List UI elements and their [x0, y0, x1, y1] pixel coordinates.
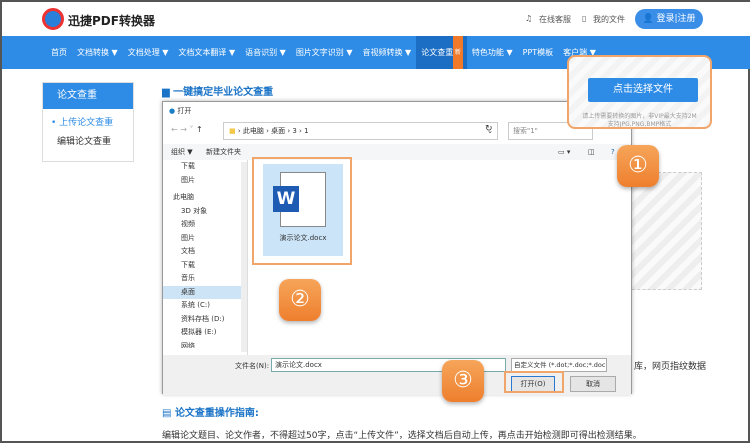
preview-box	[627, 172, 702, 290]
step-1-marker: ①	[617, 145, 659, 187]
choose-file-button[interactable]: 点击选择文件	[588, 78, 698, 102]
file-highlight	[252, 157, 352, 265]
tree-item[interactable]: 文档	[163, 245, 247, 259]
doc-icon: ▆	[162, 87, 174, 98]
headset-icon: ♫	[525, 14, 533, 23]
partial-text: 库，网页指纹数据	[634, 362, 707, 372]
tree-item[interactable]: 系统 (C:)	[163, 299, 247, 313]
tree-item[interactable]: 音乐	[163, 272, 247, 286]
tree-item[interactable]: 此电脑	[163, 191, 247, 205]
open-file-dialog: ● 打开 ← → ˅ ↑ ■ › 此电脑 › 桌面 › 3 › 1 ⌄ ↻ 搜索"…	[162, 101, 632, 395]
logo-icon	[42, 8, 64, 30]
help-icon[interactable]: ?	[611, 144, 615, 160]
guide-title-text: 论文查重操作指南:	[174, 408, 259, 419]
upload-format-hint: 支持JPG,PNG,BMP格式	[607, 121, 672, 127]
dialog-toolbar: 组织 ▼ 新建文件夹 ▭ ▾ ◫ ?	[163, 144, 631, 160]
nav-translate[interactable]: 文档文本翻译 ▼	[173, 36, 240, 69]
sidebar-item-upload[interactable]: • 上传论文查重	[43, 109, 133, 128]
tree-scrollbar[interactable]	[241, 162, 247, 352]
path-text: › 此电脑 › 桌面 › 3 › 1	[237, 127, 309, 135]
content-title-text: 一键搞定毕业论文查重	[173, 87, 274, 98]
login-label: 登录|注册	[656, 14, 696, 24]
nav-ocr[interactable]: 图片文字识别 ▼	[291, 36, 358, 69]
step-3-marker: ③	[442, 360, 484, 402]
sidebar: 论文查重 • 上传论文查重 编辑论文查重	[42, 82, 134, 162]
content-title: ▆ 一键搞定毕业论文查重	[162, 83, 273, 98]
tree-item[interactable]: 下载	[163, 160, 247, 174]
file-icon: ▯	[582, 14, 587, 23]
cancel-button[interactable]: 取消	[570, 376, 616, 392]
new-folder-button[interactable]: 新建文件夹	[206, 148, 241, 156]
nav-paper-check[interactable]: 论文查重 ▼ 新	[416, 36, 467, 69]
nav-av[interactable]: 音视频转换 ▼	[358, 36, 417, 69]
refresh-icon[interactable]: ↻	[485, 124, 493, 134]
view-icon[interactable]: ▭ ▾	[558, 144, 570, 160]
tree-item[interactable]: 3D 对象	[163, 205, 247, 219]
tree-item[interactable]: 资料存档 (D:)	[163, 313, 247, 327]
guide-title: ▤ 论文查重操作指南:	[162, 404, 259, 419]
tree-item[interactable]: 图片	[163, 174, 247, 188]
guide-icon: ▤	[162, 408, 175, 419]
nav-arrows[interactable]: ← → ˅ ↑	[171, 125, 203, 134]
my-files-link[interactable]: 我的文件	[593, 14, 625, 25]
dialog-title-text: 打开	[177, 107, 192, 115]
folder-tree: 下载 图片 此电脑 3D 对象 视频 图片 文档 下载 音乐 桌面 系统 (C:…	[163, 160, 248, 355]
tree-item[interactable]: 视频	[163, 218, 247, 232]
address-bar[interactable]: ■ › 此电脑 › 桌面 › 3 › 1 ⌄	[223, 122, 498, 140]
nav-doc-convert[interactable]: 文档转换 ▼	[72, 36, 123, 69]
step-2-marker: ②	[279, 279, 321, 321]
nav-doc-process[interactable]: 文档处理 ▼	[123, 36, 174, 69]
sidebar-item-edit[interactable]: 编辑论文查重	[43, 128, 133, 147]
brand-name[interactable]: 迅捷PDF转换器	[68, 12, 155, 29]
tree-item[interactable]: 模拟器 (E:)	[163, 326, 247, 340]
upload-popup: 点击选择文件 请上传需要转换的图片，非VIP最大支持2M 支持JPG,PNG,B…	[567, 55, 712, 129]
tree-item[interactable]: 图片	[163, 232, 247, 246]
tree-item-selected[interactable]: 桌面	[163, 285, 247, 299]
file-type-select[interactable]: 自定义文件 (*.dot;*.doc;*.doc	[511, 358, 607, 372]
pane-icon[interactable]: ◫	[588, 144, 595, 160]
open-highlight	[504, 371, 564, 393]
filename-label: 文件名(N):	[235, 362, 270, 370]
folder-icon: ■	[229, 127, 238, 135]
dialog-title: ● 打开	[169, 106, 191, 116]
sidebar-title: 论文查重	[43, 83, 133, 109]
organize-button[interactable]: 组织 ▼	[171, 148, 193, 156]
tree-item[interactable]: 网络	[163, 340, 247, 348]
guide-text: 编辑论文题目、论文作者，不得超过50字，点击“上传文件”，选择文档后自动上传，再…	[162, 431, 642, 441]
header: 迅捷PDF转换器 ♫ 在线客服 ▯ 我的文件 👤 登录|注册	[2, 2, 750, 36]
login-button[interactable]: 👤 登录|注册	[635, 9, 703, 29]
user-icon: 👤	[642, 14, 657, 24]
nav-home[interactable]: 首页	[46, 36, 72, 69]
tree-item[interactable]: 下载	[163, 259, 247, 273]
online-service-link[interactable]: 在线客服	[539, 14, 571, 25]
nav-ppt[interactable]: PPT模板	[518, 36, 559, 69]
nav-speech[interactable]: 语音识别 ▼	[240, 36, 291, 69]
new-badge: 新	[452, 36, 463, 69]
nav-features[interactable]: 特色功能 ▼	[467, 36, 518, 69]
